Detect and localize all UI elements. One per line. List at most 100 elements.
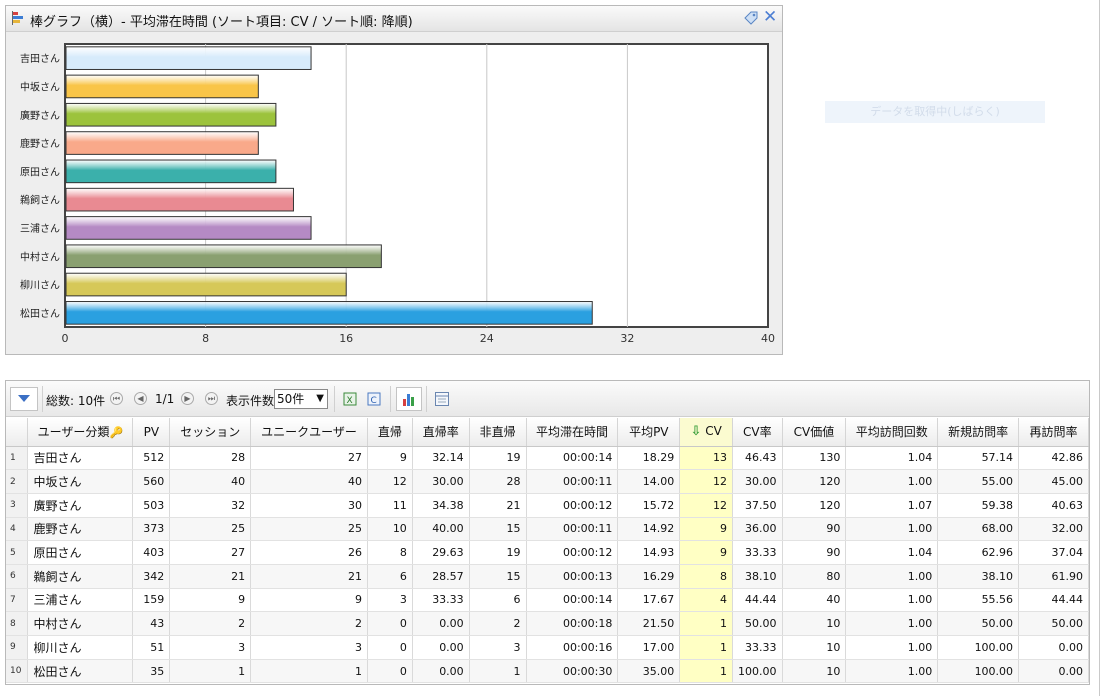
avg-time-cell: 00:00:12: [526, 540, 619, 565]
column-header-non-bounces[interactable]: 非直帰: [469, 418, 527, 447]
table-row[interactable]: 9 柳川さん 51 3 3 0 0.00 3 00:00:16 17.00 1 33.33 10 1.00…: [6, 635, 1089, 660]
pv-cell: 373: [132, 517, 171, 542]
avg-pv-cell: 21.50: [617, 611, 681, 636]
cv-value-cell: 130: [782, 446, 847, 471]
sessions-cell: 21: [169, 564, 252, 589]
sessions-cell: 27: [169, 540, 252, 565]
cv-cell: 12: [679, 493, 734, 518]
column-header-cv[interactable]: ⇩ CV: [679, 418, 734, 447]
avg-visits-cell: 1.04: [845, 446, 939, 471]
pv-cell: 503: [132, 493, 171, 518]
cv-rate-cell: 100.00: [732, 659, 783, 684]
avg-visits-cell: 1.00: [845, 564, 939, 589]
table-row[interactable]: 10 松田さん 35 1 1 0 0.00 1 00:00:30 35.00 1 100.00 10 1.…: [6, 659, 1089, 684]
cv-value-cell: 10: [782, 659, 847, 684]
cv-cell: 8: [679, 564, 734, 589]
prev-page-icon[interactable]: ◀: [134, 392, 147, 405]
column-header-cv-rate[interactable]: CV率: [732, 418, 783, 447]
column-header-cv-value[interactable]: CV価値: [782, 418, 847, 447]
avg-visits-cell: 1.00: [845, 611, 939, 636]
table-row[interactable]: 1 吉田さん 512 28 27 9 32.14 19 00:00:14 18.29 13 46.43…: [6, 446, 1089, 471]
category-label: 吉田さん: [20, 53, 60, 65]
avg-time-cell: 00:00:13: [526, 564, 619, 589]
bounces-cell: 6: [367, 564, 413, 589]
toolbar-separator: [334, 386, 335, 412]
last-page-icon[interactable]: ⏭: [205, 392, 218, 405]
page-size-select[interactable]: 50件 ▼: [274, 389, 328, 409]
cv-cell: 4: [679, 588, 734, 613]
non-bounces-cell: 15: [469, 517, 527, 542]
sessions-cell: 2: [169, 611, 252, 636]
column-header-avg-time[interactable]: 平均滞在時間: [526, 418, 619, 447]
close-icon[interactable]: ✕: [763, 9, 777, 26]
column-header-pv[interactable]: PV: [132, 418, 171, 447]
user-name-cell: 吉田さん: [27, 446, 134, 471]
column-header-sessions[interactable]: セッション: [169, 418, 252, 447]
return-visit-rate-cell: 61.90: [1018, 564, 1089, 589]
avg-pv-cell: 14.92: [617, 517, 681, 542]
excel-export-button[interactable]: X: [339, 387, 361, 411]
column-header-avg-pv[interactable]: 平均PV: [617, 418, 681, 447]
cv-cell: 9: [679, 540, 734, 565]
bar-chart-icon: [12, 11, 23, 25]
page-indicator: 1/1: [155, 392, 175, 406]
chart-titlebar: 棒グラフ（横）- 平均滞在時間 (ソート項目: CV / ソート順: 降順) ✕: [6, 6, 782, 32]
table-row[interactable]: 7 三浦さん 159 9 9 3 33.33 6 00:00:14 17.67 4 44.44 40 1.…: [6, 588, 1089, 613]
column-header-bounce-rate[interactable]: 直帰率: [412, 418, 470, 447]
next-page-icon[interactable]: ▶: [181, 392, 194, 405]
column-header-bounces[interactable]: 直帰: [367, 418, 413, 447]
avg-visits-cell: 1.04: [845, 540, 939, 565]
first-page-icon[interactable]: ⏮: [110, 392, 123, 405]
column-header-avg-visits[interactable]: 平均訪問回数: [845, 418, 939, 447]
tag-icon[interactable]: [743, 10, 759, 26]
column-settings-button[interactable]: [430, 387, 454, 411]
table-row[interactable]: 5 原田さん 403 27 26 8 29.63 19 00:00:12 14.93 9 33.33 9…: [6, 540, 1089, 565]
cv-value-cell: 40: [782, 588, 847, 613]
new-visit-rate-cell: 55.00: [937, 469, 1020, 494]
bar: [65, 187, 294, 212]
return-visit-rate-cell: 0.00: [1018, 659, 1089, 684]
table-header-row: ユーザー分類🔑 PV セッション ユニークユーザー 直帰 直帰率 非直帰 平均滞…: [6, 418, 1089, 447]
x-tick-label: 32: [620, 332, 634, 345]
column-header-label: CV: [705, 424, 722, 439]
avg-pv-cell: 14.00: [617, 469, 681, 494]
x-tick-label: 16: [339, 332, 353, 345]
sessions-cell: 40: [169, 469, 252, 494]
table-row[interactable]: 4 鹿野さん 373 25 25 10 40.00 15 00:00:11 14.92 9 36.00…: [6, 517, 1089, 542]
x-tick-label: 40: [761, 332, 775, 345]
chevron-down-icon: ▼: [316, 393, 324, 404]
table-row[interactable]: 8 中村さん 43 2 2 0 0.00 2 00:00:18 21.50 1 50.00 10 1.00…: [6, 611, 1089, 636]
sessions-cell: 32: [169, 493, 252, 518]
avg-visits-cell: 1.00: [845, 469, 939, 494]
user-name-cell: 中村さん: [27, 611, 134, 636]
excel-export-icon: X: [343, 392, 357, 406]
table-row[interactable]: 3 廣野さん 503 32 30 11 34.38 21 00:00:12 15.72 12 37.5…: [6, 493, 1089, 518]
table-row[interactable]: 6 鵜飼さん 342 21 21 6 28.57 15 00:00:13 16.29 8 38.10 8…: [6, 564, 1089, 589]
column-header-new-visit-rate[interactable]: 新規訪問率: [937, 418, 1020, 447]
category-label: 柳川さん: [20, 279, 60, 292]
avg-pv-cell: 14.93: [617, 540, 681, 565]
sessions-cell: 3: [169, 635, 252, 660]
row-number-header: [6, 418, 29, 447]
cv-rate-cell: 33.33: [732, 540, 783, 565]
chart-toggle-button[interactable]: [396, 387, 422, 411]
column-header-return-visit-rate[interactable]: 再訪問率: [1018, 418, 1089, 447]
cv-value-cell: 80: [782, 564, 847, 589]
collapse-button[interactable]: [10, 387, 38, 411]
column-header-user-segment[interactable]: ユーザー分類🔑: [27, 418, 134, 447]
row-number: 2: [6, 469, 29, 494]
bar: [65, 102, 277, 127]
x-tick-label: 24: [480, 332, 494, 345]
avg-pv-cell: 35.00: [617, 659, 681, 684]
row-number: 9: [6, 635, 29, 660]
column-header-unique-users[interactable]: ユニークユーザー: [250, 418, 368, 447]
unique-users-cell: 26: [250, 540, 368, 565]
return-visit-rate-cell: 45.00: [1018, 469, 1089, 494]
avg-visits-cell: 1.00: [845, 659, 939, 684]
return-visit-rate-cell: 44.44: [1018, 588, 1089, 613]
toolbar-separator: [426, 386, 427, 412]
cv-value-cell: 90: [782, 540, 847, 565]
csv-export-button[interactable]: C: [363, 387, 385, 411]
table-row[interactable]: 2 中坂さん 560 40 40 12 30.00 28 00:00:11 14.00 12 30.0…: [6, 469, 1089, 494]
sessions-cell: 1: [169, 659, 252, 684]
